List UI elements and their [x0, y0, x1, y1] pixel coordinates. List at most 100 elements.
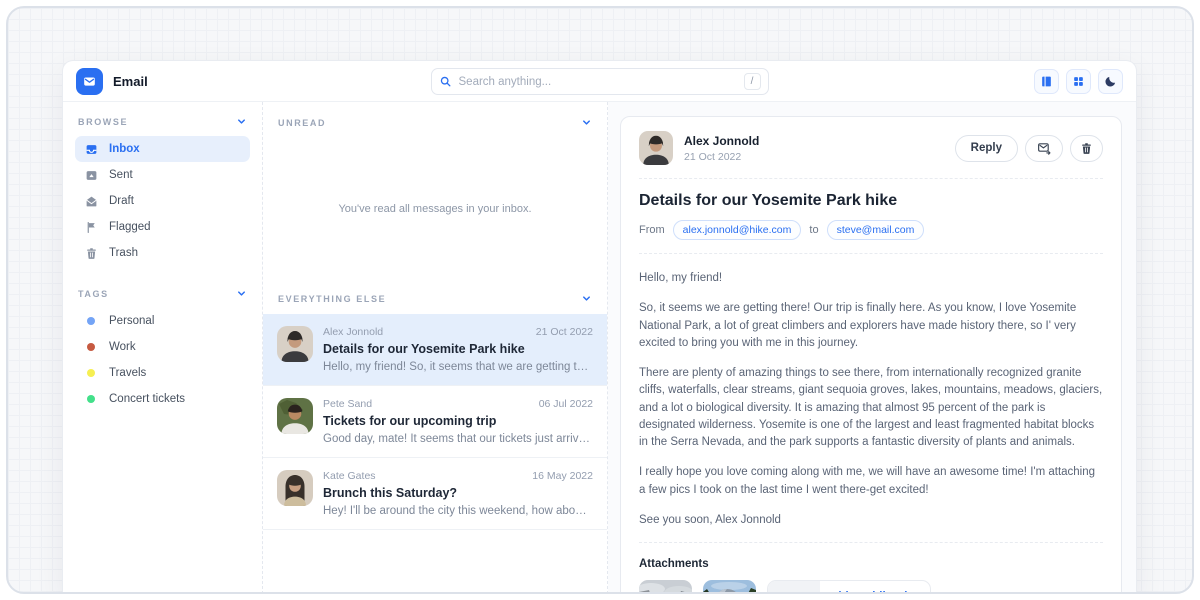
sidebar-item-label: Sent — [109, 169, 133, 181]
main-content: BROWSE Inbox Sent Draft — [63, 102, 1136, 594]
body-paragraph: There are plenty of amazing things to se… — [639, 365, 1103, 451]
forward-button[interactable] — [1025, 135, 1063, 162]
body-paragraph: Hello, my friend! — [639, 270, 1103, 287]
email-date: 21 Oct 2022 — [684, 151, 759, 163]
tag-item-personal[interactable]: Personal — [75, 308, 250, 334]
avatar — [277, 470, 313, 506]
tag-item-work[interactable]: Work — [75, 334, 250, 360]
grid-icon — [1072, 75, 1085, 88]
flag-icon — [85, 221, 98, 234]
sidebar-item-sent[interactable]: Sent — [75, 162, 250, 188]
mail-subject: Tickets for our upcoming trip — [323, 414, 593, 428]
library-button[interactable] — [1034, 69, 1059, 94]
delete-button[interactable] — [1070, 135, 1103, 162]
browse-nav: Inbox Sent Draft Flagged — [75, 136, 250, 266]
tags-nav: Personal Work Travels Concert tickets — [75, 308, 250, 412]
chevron-down-icon[interactable] — [236, 116, 247, 127]
search-icon — [439, 75, 452, 88]
unread-empty-message: You've read all messages in your inbox. — [263, 136, 607, 281]
tag-item-concert-tickets[interactable]: Concert tickets — [75, 386, 250, 412]
tags-label: TAGS — [78, 289, 109, 299]
sidebar-item-trash[interactable]: Trash — [75, 240, 250, 266]
tag-dot — [87, 343, 95, 351]
attachment-file-card[interactable]: videos-hike.zip 100 MB — [767, 580, 931, 594]
to-email-chip[interactable]: steve@mail.com — [827, 220, 925, 240]
mail-subject: Details for our Yosemite Park hike — [323, 342, 593, 356]
from-label: From — [639, 224, 665, 236]
tag-dot — [87, 369, 95, 377]
search-input[interactable]: Search anything... / — [431, 68, 769, 95]
mail-date: 21 Oct 2022 — [536, 326, 593, 338]
chevron-down-icon[interactable] — [236, 288, 247, 299]
tag-label: Travels — [109, 367, 146, 379]
tag-label: Personal — [109, 315, 154, 327]
sender-name: Alex Jonnold — [684, 134, 759, 148]
reply-button[interactable]: Reply — [955, 135, 1018, 162]
mail-preview: Hello, my friend! So, it seems that we a… — [323, 361, 593, 373]
avatar — [277, 398, 313, 434]
book-icon — [1040, 75, 1053, 88]
email-app-window: Email Search anything... / — [62, 60, 1137, 594]
tags-section-header: TAGS — [75, 288, 250, 299]
attachment-file-name[interactable]: videos-hike.zip — [832, 591, 914, 594]
email-detail-header: Alex Jonnold 21 Oct 2022 Reply — [639, 131, 1103, 165]
reading-pane: Alex Jonnold 21 Oct 2022 Reply — [608, 102, 1136, 594]
to-label: to — [809, 224, 818, 236]
unread-section-header: UNREAD — [263, 102, 607, 136]
mail-list-item[interactable]: Kate Gates 16 May 2022 Brunch this Satur… — [263, 458, 607, 530]
body-paragraph: See you soon, Alex Jonnold — [639, 512, 1103, 529]
apps-grid-button[interactable] — [1066, 69, 1091, 94]
chevron-down-icon[interactable] — [581, 293, 592, 304]
sidebar-item-flagged[interactable]: Flagged — [75, 214, 250, 240]
everything-else-section-header: EVERYTHING ELSE — [263, 281, 607, 314]
attachment-photo-half-dome[interactable] — [703, 580, 756, 594]
mail-date: 06 Jul 2022 — [539, 398, 593, 410]
moon-icon — [1104, 75, 1117, 88]
from-to-row: From alex.jonnold@hike.com to steve@mail… — [639, 220, 1103, 240]
attachments-row: videos-hike.zip 100 MB — [639, 580, 1103, 594]
browse-label: BROWSE — [78, 117, 128, 127]
tag-item-travels[interactable]: Travels — [75, 360, 250, 386]
mail-list-panel: UNREAD You've read all messages in your … — [263, 102, 608, 594]
draft-icon — [85, 195, 98, 208]
body-paragraph: I really hope you love coming along with… — [639, 464, 1103, 499]
desktop-background: Email Search anything... / — [6, 6, 1194, 594]
dark-mode-button[interactable] — [1098, 69, 1123, 94]
search-placeholder: Search anything... — [459, 76, 737, 88]
from-email-chip[interactable]: alex.jonnold@hike.com — [673, 220, 802, 240]
sidebar-item-draft[interactable]: Draft — [75, 188, 250, 214]
chevron-down-icon[interactable] — [581, 117, 592, 128]
tag-label: Concert tickets — [109, 393, 185, 405]
everything-else-label: EVERYTHING ELSE — [278, 294, 386, 304]
mail-preview: Hey! I'll be around the city this weeken… — [323, 505, 593, 517]
mail-list-item[interactable]: Pete Sand 06 Jul 2022 Tickets for our up… — [263, 386, 607, 458]
mail-preview: Good day, mate! It seems that our ticket… — [323, 433, 593, 445]
avatar — [639, 131, 673, 165]
body-paragraph: So, it seems we are getting there! Our t… — [639, 300, 1103, 352]
trash-icon — [1080, 142, 1093, 155]
tag-dot — [87, 395, 95, 403]
topbar: Email Search anything... / — [63, 61, 1136, 102]
email-body: Hello, my friend! So, it seems we are ge… — [639, 270, 1103, 529]
trash-icon — [85, 247, 98, 260]
sent-icon — [85, 169, 98, 182]
sidebar: BROWSE Inbox Sent Draft — [63, 102, 263, 594]
sidebar-item-inbox[interactable]: Inbox — [75, 136, 250, 162]
tag-label: Work — [109, 341, 136, 353]
divider — [639, 542, 1103, 543]
email-actions: Reply — [955, 135, 1103, 162]
avatar — [277, 326, 313, 362]
attachment-photo-valley[interactable] — [639, 580, 692, 594]
envelope-icon — [82, 74, 97, 89]
mail-list-item[interactable]: Alex Jonnold 21 Oct 2022 Details for our… — [263, 314, 607, 386]
mail-sender: Kate Gates — [323, 470, 376, 482]
mail-sender: Alex Jonnold — [323, 326, 383, 338]
topbar-actions — [1034, 69, 1123, 94]
attachments-label: Attachments — [639, 558, 1103, 570]
sidebar-item-label: Inbox — [109, 143, 140, 155]
sidebar-item-label: Draft — [109, 195, 134, 207]
unread-label: UNREAD — [278, 118, 326, 128]
sidebar-item-label: Flagged — [109, 221, 151, 233]
app-title: Email — [113, 74, 148, 89]
tag-dot — [87, 317, 95, 325]
